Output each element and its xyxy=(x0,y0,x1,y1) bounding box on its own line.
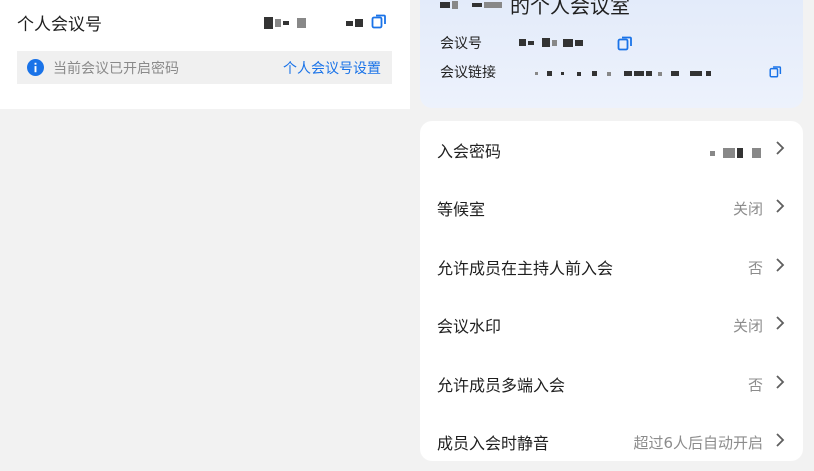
meeting-settings-list: 入会密码 等候室 关闭 允许成员在主持人前入会 否 会议水印 关闭 允许成员多端… xyxy=(420,121,803,461)
setting-value: 关闭 xyxy=(732,317,763,335)
chevron-right-icon xyxy=(775,141,785,155)
setting-row-password[interactable]: 入会密码 xyxy=(420,121,803,179)
setting-row-watermark[interactable]: 会议水印 关闭 xyxy=(420,296,803,354)
masked-meeting-link xyxy=(535,71,713,76)
meeting-id-label: 会议号 xyxy=(440,36,482,52)
setting-label: 入会密码 xyxy=(437,142,502,161)
masked-meeting-id-tail xyxy=(346,19,365,27)
masked-password-value xyxy=(710,148,763,158)
meeting-link-label: 会议链接 xyxy=(440,65,496,81)
setting-value: 超过6人后自动开启 xyxy=(633,434,763,452)
personal-meeting-id-title: 个人会议号 xyxy=(17,15,102,35)
masked-owner-name xyxy=(440,0,504,9)
chevron-right-icon xyxy=(775,199,785,213)
copy-meeting-id-icon[interactable] xyxy=(617,35,633,51)
chevron-right-icon xyxy=(775,258,785,272)
password-notice-bar: 当前会议已开启密码 个人会议号设置 xyxy=(17,51,392,84)
personal-meeting-card: 个人会议号 当前会议已开启密码 个人会议号设置 xyxy=(0,0,410,109)
setting-row-join-before-host[interactable]: 允许成员在主持人前入会 否 xyxy=(420,238,803,296)
chevron-right-icon xyxy=(775,316,785,330)
setting-value: 否 xyxy=(747,376,763,394)
setting-label: 等候室 xyxy=(437,200,486,219)
setting-value: 否 xyxy=(747,259,763,277)
personal-meeting-settings-link[interactable]: 个人会议号设置 xyxy=(283,58,381,78)
chevron-right-icon xyxy=(775,375,785,389)
setting-label: 允许成员多端入会 xyxy=(437,376,566,395)
info-icon xyxy=(27,59,44,76)
setting-row-multi-device[interactable]: 允许成员多端入会 否 xyxy=(420,355,803,413)
masked-meeting-id xyxy=(264,17,308,29)
setting-row-mute-on-entry[interactable]: 成员入会时静音 超过6人后自动开启 xyxy=(420,413,803,471)
copy-icon[interactable] xyxy=(371,13,387,29)
setting-row-waiting-room[interactable]: 等候室 关闭 xyxy=(420,179,803,237)
masked-room-meeting-id xyxy=(519,38,585,47)
personal-room-card: 的个人会议室 会议号 会议链接 xyxy=(420,0,803,108)
setting-label: 会议水印 xyxy=(437,317,502,336)
setting-label: 成员入会时静音 xyxy=(437,434,550,453)
copy-meeting-link-icon[interactable] xyxy=(769,65,782,78)
setting-value: 关闭 xyxy=(732,200,763,218)
notice-text: 当前会议已开启密码 xyxy=(53,60,179,77)
setting-label: 允许成员在主持人前入会 xyxy=(437,259,614,278)
room-title-suffix: 的个人会议室 xyxy=(510,0,630,18)
room-title: 的个人会议室 xyxy=(440,0,630,19)
chevron-right-icon xyxy=(775,433,785,447)
